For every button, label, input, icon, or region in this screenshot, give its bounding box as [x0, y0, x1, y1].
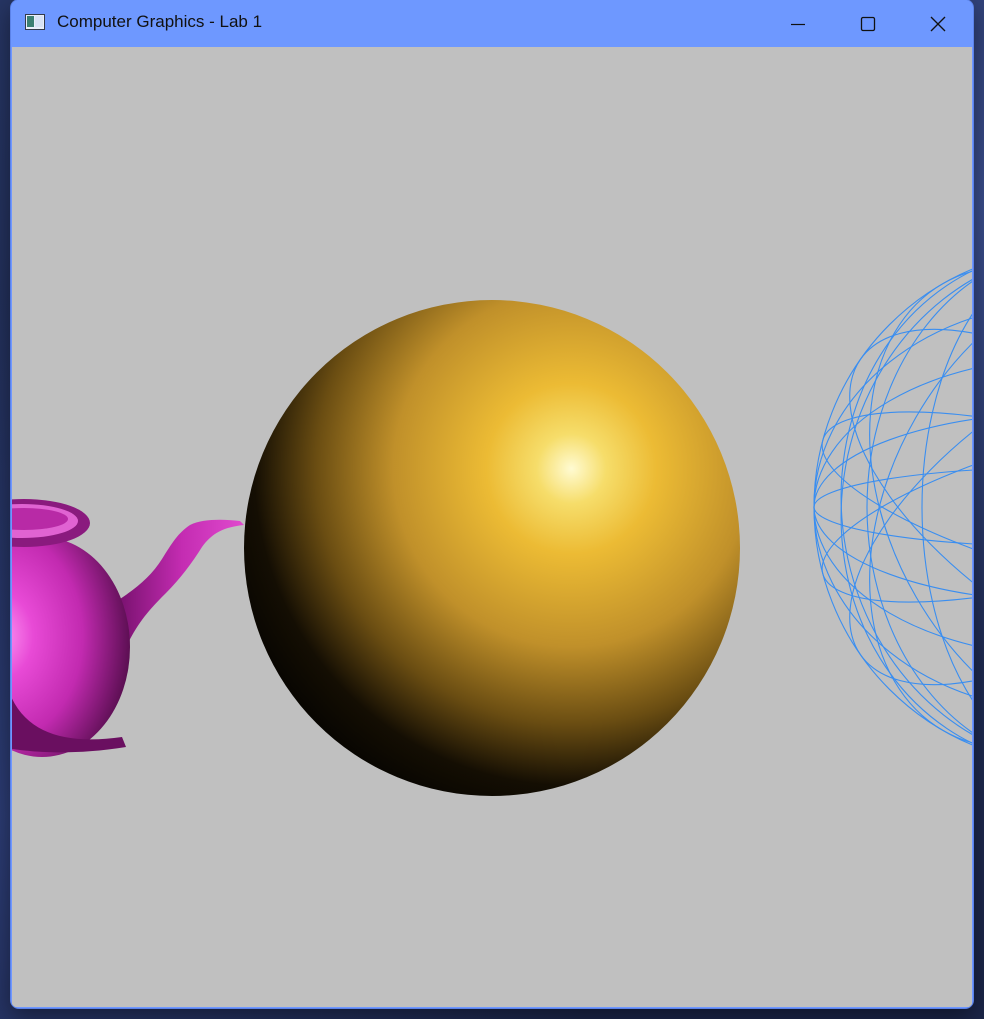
maximize-icon: [860, 16, 876, 31]
close-icon: [930, 16, 946, 31]
app-window: Computer Graphics - Lab 1: [11, 0, 973, 1008]
scene-viewport: [12, 249, 972, 796]
window-app-icon[interactable]: [25, 14, 45, 30]
close-button[interactable]: [903, 0, 973, 47]
minimize-button[interactable]: [763, 0, 833, 47]
teapot-object: [12, 499, 244, 757]
title-bar[interactable]: Computer Graphics - Lab 1: [11, 0, 973, 47]
window-title: Computer Graphics - Lab 1: [57, 12, 263, 31]
wireframe-sphere-object: [813, 249, 972, 765]
minimize-icon: [791, 23, 805, 25]
sphere-object: [244, 300, 740, 796]
render-canvas[interactable]: [12, 47, 972, 1007]
maximize-button[interactable]: [833, 0, 903, 47]
